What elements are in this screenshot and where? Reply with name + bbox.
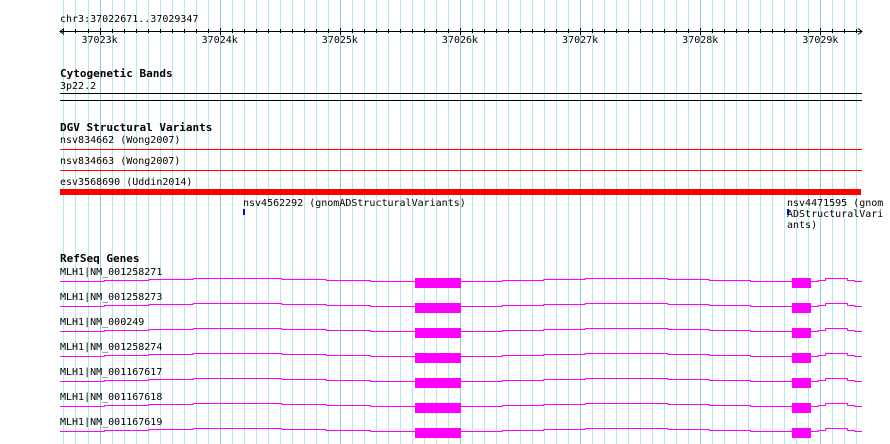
ruler-tick-label: 37029k xyxy=(802,35,839,46)
gene-intron xyxy=(461,403,792,407)
gene-intron xyxy=(461,378,792,382)
gnomad-feature-label[interactable]: nsv4471595 (gnomADStructuralVariants) xyxy=(787,198,888,231)
gene-label[interactable]: MLH1|NM_001258271 xyxy=(60,267,162,278)
gene-exon xyxy=(792,403,811,413)
gene-intron xyxy=(461,278,792,282)
track-title-cytogenetic-bands[interactable]: Cytogenetic Bands xyxy=(60,68,173,79)
gene-intron xyxy=(60,428,415,432)
dgv-feature-label[interactable]: nsv834662 (Wong2007) xyxy=(60,135,180,146)
gene-intron xyxy=(60,303,415,307)
gene-exon xyxy=(415,328,461,338)
gene-intron xyxy=(811,303,862,307)
gene-intron xyxy=(811,428,862,432)
gene-intron xyxy=(461,328,792,332)
gene-label[interactable]: MLH1|NM_001167617 xyxy=(60,367,162,378)
gene-intron xyxy=(60,403,415,407)
gene-intron xyxy=(811,278,862,282)
gene-exon xyxy=(792,303,811,313)
gene-exon xyxy=(792,353,811,363)
ruler-tick-label: 37026k xyxy=(441,35,479,46)
dgv-feature-label[interactable]: nsv834663 (Wong2007) xyxy=(60,156,180,167)
gene-exon xyxy=(792,278,811,288)
gene-intron xyxy=(811,378,862,382)
gene-exon xyxy=(415,428,461,438)
ruler-tick-label: 37024k xyxy=(201,35,238,46)
gene-intron xyxy=(60,353,415,357)
gene-exon xyxy=(415,403,461,413)
gene-exon xyxy=(792,328,811,338)
gnomad-feature xyxy=(243,209,245,215)
track-title-dgv[interactable]: DGV Structural Variants xyxy=(60,122,212,133)
gene-intron xyxy=(60,328,415,332)
gene-exon xyxy=(415,278,461,288)
gene-exon xyxy=(415,378,461,388)
gene-exon xyxy=(792,378,811,388)
dgv-feature-label[interactable]: esv3568690 (Uddin2014) xyxy=(60,177,192,188)
gene-label[interactable]: MLH1|NM_001167619 xyxy=(60,417,162,428)
dgv-feature xyxy=(60,189,861,195)
gene-exon xyxy=(415,353,461,363)
ruler-tick-label: 37025k xyxy=(321,35,358,46)
gene-intron xyxy=(461,353,792,357)
gene-intron xyxy=(60,278,415,282)
gene-intron xyxy=(811,328,862,332)
gnomad-feature-label[interactable]: nsv4562292 (gnomADStructuralVariants) xyxy=(243,198,466,209)
gene-intron xyxy=(811,403,862,407)
gene-intron xyxy=(461,303,792,307)
gene-intron xyxy=(811,353,862,357)
gene-exon xyxy=(792,428,811,438)
track-title-refseq-genes[interactable]: RefSeq Genes xyxy=(60,253,139,264)
gene-intron xyxy=(60,378,415,382)
gene-intron xyxy=(461,428,792,432)
location-label: chr3:37022671..37029347 xyxy=(60,14,199,25)
gene-label[interactable]: MLH1|NM_001258273 xyxy=(60,292,162,303)
ruler-tick-label: 37023k xyxy=(81,35,118,46)
ruler-tick-label: 37028k xyxy=(682,35,719,46)
gene-label[interactable]: MLH1|NM_000249 xyxy=(60,317,144,328)
gene-exon xyxy=(415,303,461,313)
gene-label[interactable]: MLH1|NM_001167618 xyxy=(60,392,162,403)
cytoband-label[interactable]: 3p22.2 xyxy=(60,81,96,92)
gene-label[interactable]: MLH1|NM_001258274 xyxy=(60,342,162,353)
ruler-tick-label: 37027k xyxy=(562,35,599,46)
